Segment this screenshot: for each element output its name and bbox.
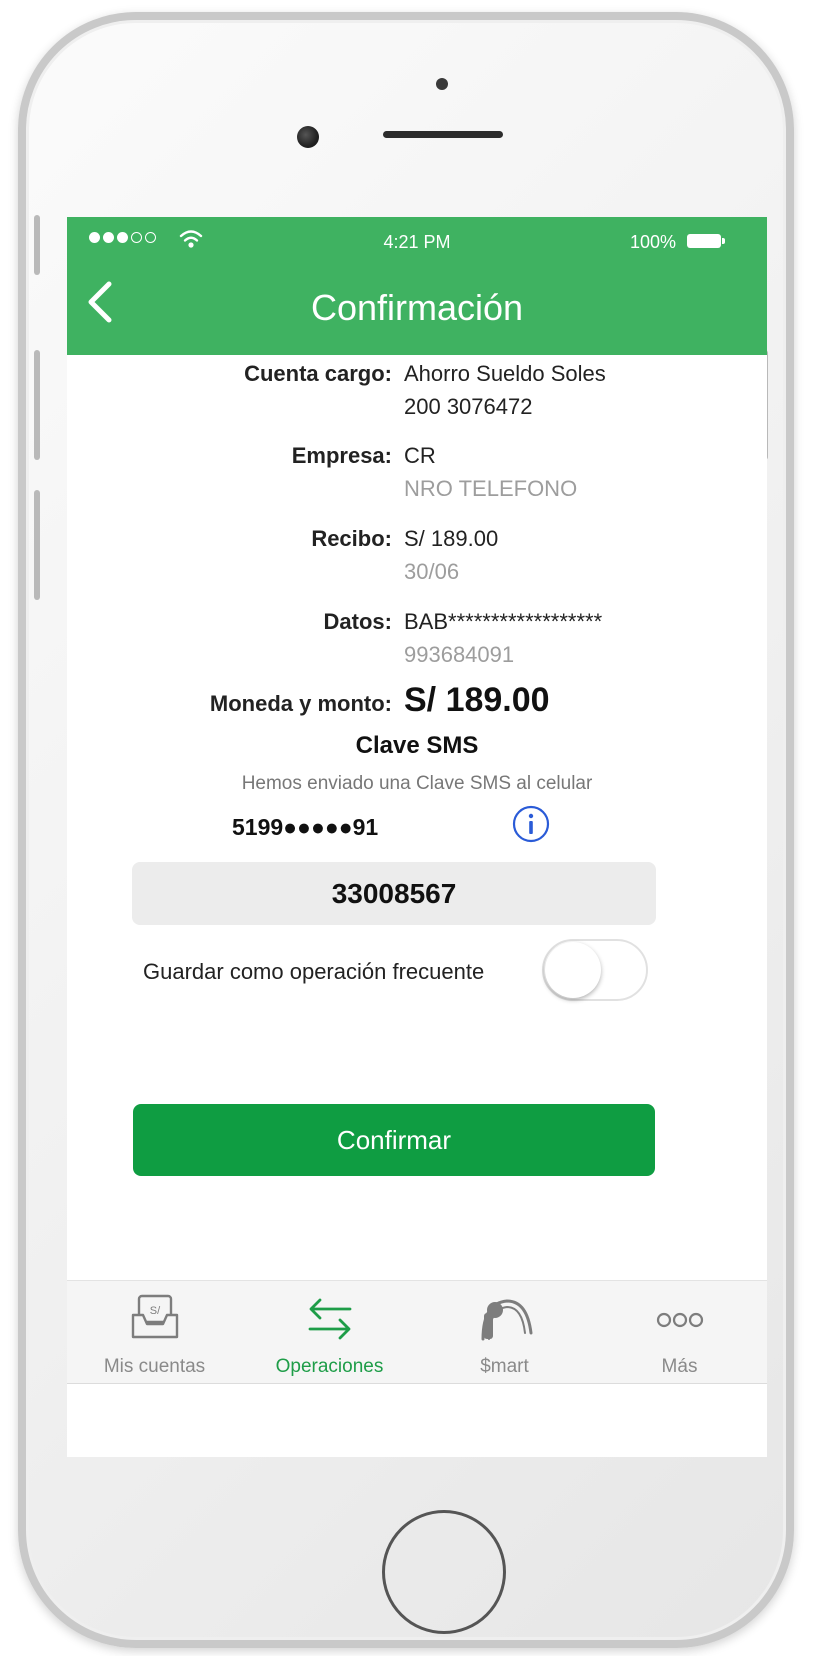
sms-phone-masked: 5199●●●●●91 <box>232 814 379 840</box>
battery-tip <box>722 238 725 244</box>
sms-description: Hemos enviado una Clave SMS al celular <box>241 773 593 794</box>
detail-label: Cuenta cargo: <box>244 361 392 386</box>
transfer-arrows-icon <box>308 1298 351 1340</box>
volume-down-button <box>34 490 40 600</box>
tab-smart[interactable]: $mart <box>417 1281 592 1383</box>
customer-name-masked: BAB****************** <box>404 609 603 634</box>
frequent-operation-label: Guardar como operación frecuente <box>143 959 485 984</box>
total-amount: S/ 189.00 <box>404 681 550 719</box>
tab-mas[interactable]: Más <box>592 1281 767 1383</box>
tab-mis-cuentas[interactable]: S/ Mis cuentas <box>67 1281 242 1383</box>
more-dots-icon <box>656 1312 703 1328</box>
detail-label: Datos: <box>323 609 392 634</box>
svg-text:S/: S/ <box>149 1305 160 1317</box>
detail-label: Moneda y monto: <box>209 691 392 716</box>
account-number: 200 3076472 <box>404 394 533 419</box>
tab-label: Mis cuentas <box>103 1356 206 1377</box>
confirm-button[interactable]: Confirmar <box>133 1104 655 1176</box>
smart-key-icon <box>481 1299 532 1341</box>
battery-icon <box>687 234 721 248</box>
battery-percent: 100% <box>630 232 677 252</box>
silent-switch <box>34 215 40 275</box>
tab-label: $mart <box>480 1356 529 1377</box>
volume-up-button <box>34 350 40 460</box>
receipt-amount: S/ 189.00 <box>404 526 499 551</box>
wallet-icon: S/ <box>131 1294 178 1339</box>
tab-operaciones[interactable]: Operaciones <box>242 1281 417 1383</box>
receipt-date: 30/06 <box>404 559 460 584</box>
page-title: Confirmación <box>310 287 524 328</box>
detail-label: Empresa: <box>291 443 392 468</box>
earpiece-speaker <box>383 131 503 138</box>
company-service: NRO TELEFONO <box>404 476 578 501</box>
account-name: Ahorro Sueldo Soles <box>404 361 606 386</box>
toggle-knob <box>545 942 601 998</box>
status-bar: 4:21 PM 100% <box>67 217 767 267</box>
info-icon[interactable] <box>512 805 550 843</box>
tab-label: Más <box>661 1356 698 1377</box>
tab-bar: S/ Mis cuentas Operaciones $mart Más <box>67 1280 767 1384</box>
phone-number: 993684091 <box>404 642 515 667</box>
frequent-operation-toggle[interactable] <box>542 939 648 1001</box>
detail-label: Recibo: <box>311 526 392 551</box>
home-button[interactable] <box>382 1510 506 1634</box>
sms-title: Clave SMS <box>355 732 479 759</box>
app-screen: 4:21 PM 100% Confirmación Cuenta cargo: … <box>67 217 767 1457</box>
sensor-dot <box>436 78 448 90</box>
header-bar: 4:21 PM 100% Confirmación <box>67 217 767 355</box>
tab-label: Operaciones <box>275 1356 384 1377</box>
company-name: CR <box>404 443 436 468</box>
front-camera <box>297 126 319 148</box>
sms-code-input[interactable]: 33008567 <box>132 862 656 925</box>
